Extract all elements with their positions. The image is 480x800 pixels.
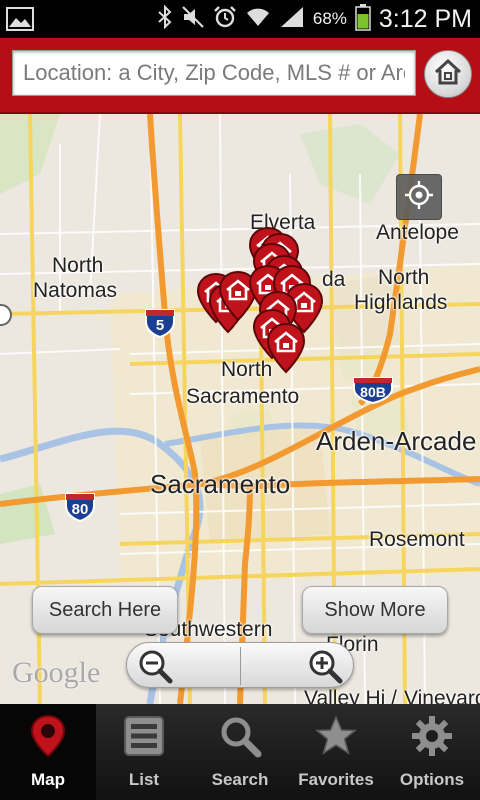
place-label: Arden-Arcade xyxy=(316,426,477,456)
place-label: Vineyard xyxy=(404,687,480,704)
location-search-box[interactable] xyxy=(12,50,416,96)
place-label: Highlands xyxy=(354,291,448,314)
show-more-button[interactable]: Show More xyxy=(302,586,448,634)
google-attribution: Google xyxy=(12,656,101,689)
nav-label: Search xyxy=(211,770,269,789)
zoom-out-button[interactable] xyxy=(135,646,175,686)
interstate-80-shield: 80 xyxy=(64,492,96,523)
app-screen: 68% 3:12 PM Location: a City, Zip Code, … xyxy=(0,0,480,800)
crosshair-icon xyxy=(404,180,434,214)
mute-icon xyxy=(181,5,205,33)
home-button[interactable] xyxy=(424,50,472,98)
my-location-button[interactable] xyxy=(396,174,442,220)
bluetooth-icon xyxy=(157,4,173,33)
star-icon xyxy=(314,714,358,758)
status-bar: 68% 3:12 PM xyxy=(0,0,480,38)
nav-label: List xyxy=(128,770,160,789)
gear-icon xyxy=(410,714,454,758)
interstate-80b-shield: 80B xyxy=(352,376,394,405)
gallery-notification-icon xyxy=(6,7,34,35)
clock: 3:12 PM xyxy=(378,4,472,33)
nav-tab-map[interactable]: Map xyxy=(0,704,96,800)
zoom-in-button[interactable] xyxy=(305,646,345,686)
battery-percent: 68% xyxy=(312,9,347,28)
list-icon xyxy=(122,714,166,758)
nav-label: Favorites xyxy=(298,770,374,789)
interstate-5-shield: 5 xyxy=(144,308,176,339)
app-header xyxy=(0,38,480,114)
location-search-input[interactable] xyxy=(13,51,415,95)
nav-tab-search[interactable]: Search xyxy=(192,704,288,800)
search-here-button[interactable]: Search Here xyxy=(32,586,178,634)
place-label: Rosemont xyxy=(369,528,465,551)
zoom-control xyxy=(126,642,354,688)
wifi-icon xyxy=(245,5,271,33)
place-label: North xyxy=(52,254,104,277)
home-icon xyxy=(433,57,463,91)
place-label: Sacramento xyxy=(150,469,291,499)
place-label: Valley Hi / xyxy=(304,687,397,704)
signal-icon xyxy=(279,5,305,33)
zoom-divider xyxy=(240,647,241,685)
bottom-nav: Map List Search Favorites Options xyxy=(0,704,480,800)
zoom-in-icon xyxy=(305,650,345,690)
nav-tab-list[interactable]: List xyxy=(96,704,192,800)
magnifier-icon xyxy=(218,714,262,758)
nav-label: Map xyxy=(31,770,65,789)
place-label: Natomas xyxy=(33,279,118,302)
nav-label: Options xyxy=(399,770,465,789)
alarm-icon xyxy=(213,5,237,33)
map-view[interactable]: Elverta Antelope North Natomas North Hig… xyxy=(0,114,480,704)
place-label: Sacramento xyxy=(186,385,300,408)
map-pin-icon xyxy=(26,714,70,758)
place-label: North xyxy=(378,266,430,289)
place-label: Antelope xyxy=(376,221,459,244)
zoom-out-icon xyxy=(135,650,175,690)
nav-tab-favorites[interactable]: Favorites xyxy=(288,704,384,800)
property-pin[interactable] xyxy=(264,322,308,374)
battery-icon xyxy=(355,3,371,35)
nav-tab-options[interactable]: Options xyxy=(384,704,480,800)
